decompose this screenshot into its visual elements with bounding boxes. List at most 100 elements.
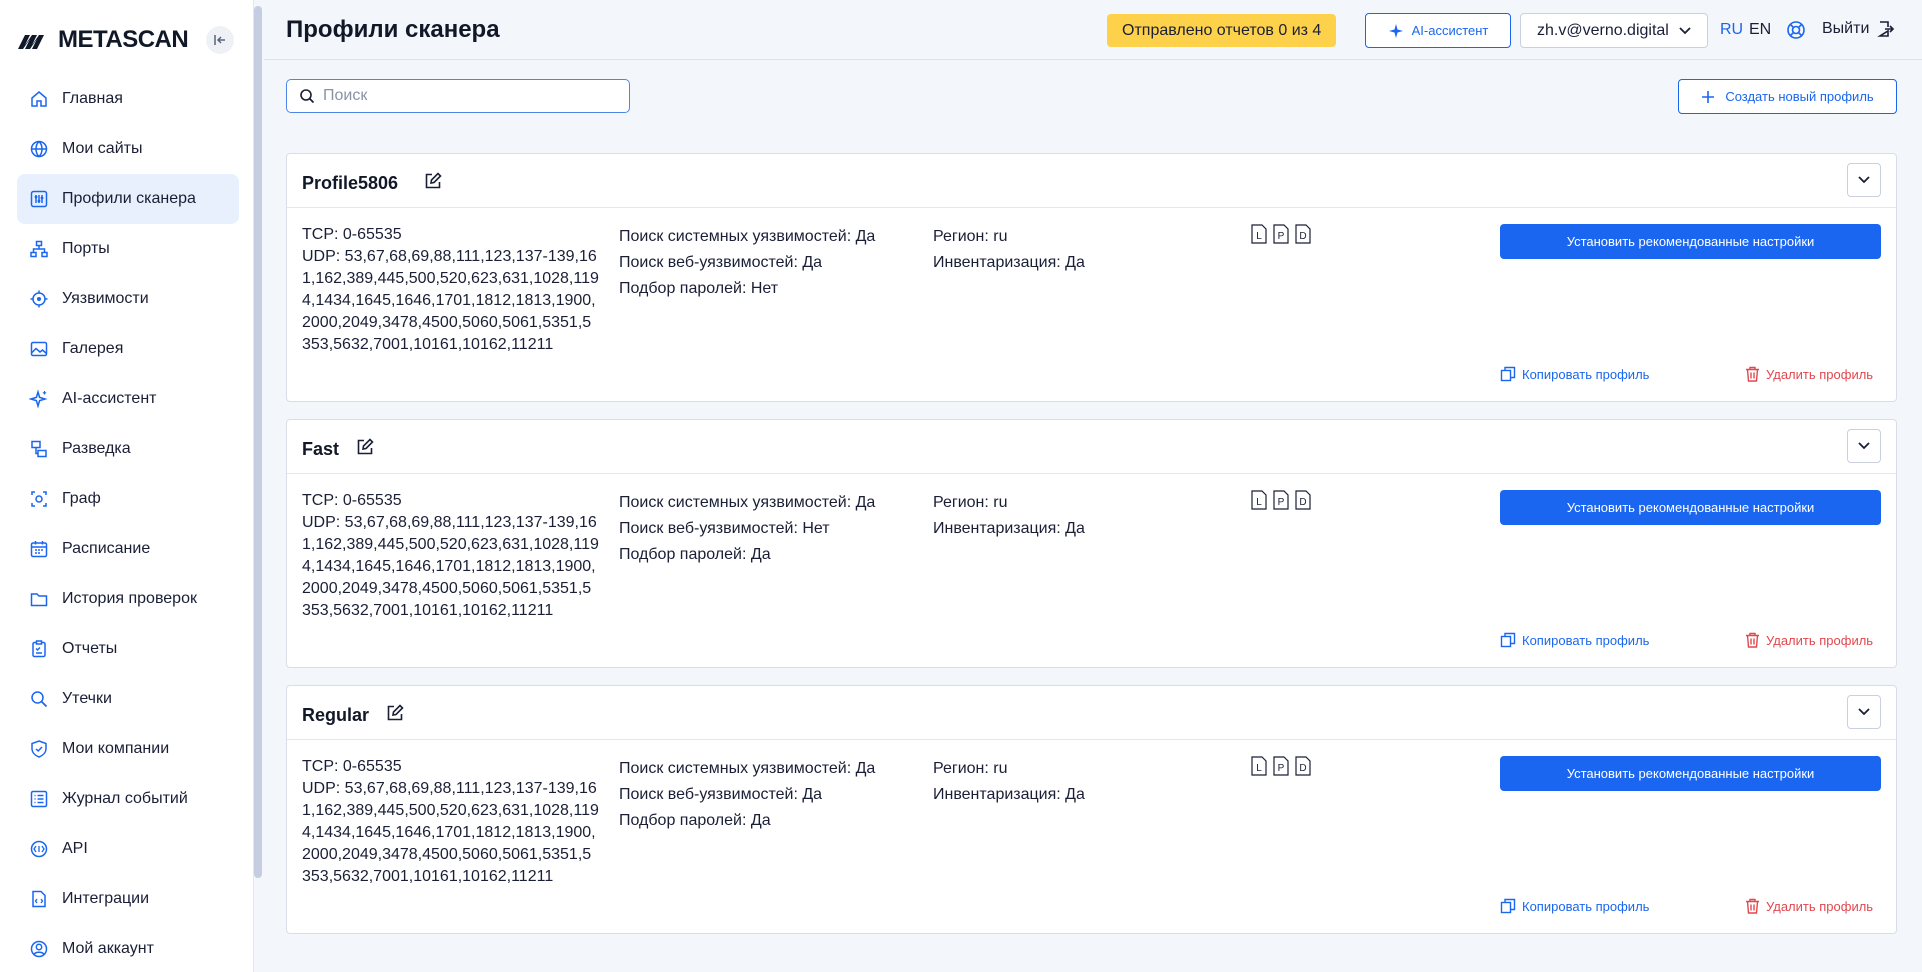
profile-scan-options: Поиск системных уязвимостей: Да Поиск ве…	[619, 756, 919, 834]
sidebar-item-graph[interactable]: Граф	[17, 474, 239, 524]
plus-icon	[1702, 90, 1715, 103]
logout-button[interactable]: Выйти	[1822, 20, 1895, 38]
sidebar-item-scan-history[interactable]: История проверок	[17, 574, 239, 624]
copy-profile-button[interactable]: Копировать профиль	[1500, 632, 1649, 648]
copy-profile-button[interactable]: Копировать профиль	[1500, 898, 1649, 914]
sidebar-item-label: Интеграции	[62, 890, 150, 907]
globe-icon	[30, 140, 48, 158]
profile-region-options: Регион: ru Инвентаризация: Да	[933, 490, 1213, 542]
copy-icon	[1500, 898, 1516, 914]
ai-assistant-button[interactable]: AI-ассистент	[1365, 13, 1511, 48]
edit-icon[interactable]	[423, 171, 443, 191]
sidebar-nav: Главная Мои сайты Профили сканера Порты …	[17, 74, 239, 972]
sidebar-item-vulnerabilities[interactable]: Уязвимости	[17, 274, 239, 324]
password-bruteforce: Подбор паролей: Да	[619, 546, 771, 563]
tcp-ports: TCP: 0-65535	[302, 226, 402, 243]
sidebar-item-home[interactable]: Главная	[17, 74, 239, 124]
sidebar-item-label: Отчеты	[62, 640, 118, 657]
sidebar-item-label: Профили сканера	[62, 190, 196, 207]
ai-assistant-label: AI-ассистент	[1411, 23, 1489, 38]
sidebar-item-scanner-profiles[interactable]: Профили сканера	[17, 174, 239, 224]
sidebar-item-reports[interactable]: Отчеты	[17, 624, 239, 674]
copy-icon	[1500, 366, 1516, 382]
profile-card: Fast TCP: 0-65535 UDP: 53,67,68,69,88,11…	[286, 419, 1897, 668]
sidebar-item-schedule[interactable]: Расписание	[17, 524, 239, 574]
sidebar-item-event-log[interactable]: Журнал событий	[17, 774, 239, 824]
sidebar-item-api[interactable]: API	[17, 824, 239, 874]
profile-card-header: Regular	[287, 686, 1896, 740]
sidebar-item-label: Мой аккаунт	[62, 940, 154, 957]
file-p-icon: P	[1273, 490, 1289, 510]
file-letter: P	[1278, 763, 1285, 774]
sidebar-item-my-account[interactable]: Мой аккаунт	[17, 924, 239, 972]
profile-name: Fast	[302, 439, 340, 459]
sparkle-icon	[1388, 23, 1403, 38]
system-vuln-search: Поиск системных уязвимостей: Да	[619, 760, 876, 777]
brand-name: METASCAN	[58, 26, 189, 53]
sidebar-item-label: API	[62, 840, 88, 857]
code-file-icon	[32, 890, 46, 908]
file-l-icon: L	[1251, 756, 1267, 776]
profile-card-header: Profile5806	[287, 154, 1896, 208]
sidebar-item-integrations[interactable]: Интеграции	[17, 874, 239, 924]
delete-profile-button[interactable]: Удалить профиль	[1745, 632, 1873, 648]
system-vuln-search: Поиск системных уязвимостей: Да	[619, 228, 876, 245]
system-vuln-search: Поиск системных уязвимостей: Да	[619, 494, 876, 511]
sidebar-scrollbar[interactable]	[254, 6, 262, 878]
sidebar-item-label: Расписание	[62, 540, 151, 557]
sidebar-item-label: Уязвимости	[62, 290, 149, 307]
create-profile-button[interactable]: Создать новый профиль	[1678, 79, 1897, 114]
sidebar-item-label: Порты	[62, 240, 110, 257]
search-box[interactable]	[286, 79, 630, 113]
sidebar-item-ports[interactable]: Порты	[17, 224, 239, 274]
apply-recommended-button[interactable]: Установить рекомендованные настройки	[1500, 490, 1881, 525]
inventory: Инвентаризация: Да	[933, 254, 1085, 271]
copy-profile-button[interactable]: Копировать профиль	[1500, 366, 1649, 382]
apply-recommended-button[interactable]: Установить рекомендованные настройки	[1500, 756, 1881, 791]
file-letter: P	[1278, 231, 1285, 242]
user-account-select[interactable]: zh.v@verno.digital	[1520, 13, 1708, 48]
metascan-logo-icon	[18, 35, 44, 49]
language-ru[interactable]: RU	[1720, 21, 1743, 39]
password-bruteforce: Подбор паролей: Да	[619, 812, 771, 829]
page-header: Профили сканера Отправлено отчетов 0 из …	[264, 0, 1922, 60]
profile-region-options: Регион: ru Инвентаризация: Да	[933, 224, 1213, 276]
delete-profile-button[interactable]: Удалить профиль	[1745, 898, 1873, 914]
sidebar-item-label: AI-ассистент	[62, 390, 157, 407]
inventory: Инвентаризация: Да	[933, 786, 1085, 803]
profile-card: Regular TCP: 0-65535 UDP: 53,67,68,69,88…	[286, 685, 1897, 934]
profile-ports: TCP: 0-65535 UDP: 53,67,68,69,88,111,123…	[302, 756, 600, 888]
logo[interactable]: METASCAN	[18, 24, 234, 56]
target-icon	[30, 290, 48, 308]
web-vuln-search: Поиск веб-уязвимостей: Нет	[619, 520, 830, 537]
apply-recommended-button[interactable]: Установить рекомендованные настройки	[1500, 224, 1881, 259]
user-icon	[30, 940, 48, 958]
network-icon	[30, 240, 48, 258]
expand-profile-button[interactable]	[1847, 163, 1881, 197]
language-en[interactable]: EN	[1749, 21, 1771, 39]
support-lifebuoy-icon[interactable]	[1786, 20, 1806, 40]
logout-icon	[1877, 21, 1895, 37]
edit-icon[interactable]	[385, 703, 405, 723]
collapse-sidebar-button[interactable]	[206, 26, 234, 54]
sidebar-item-gallery[interactable]: Галерея	[17, 324, 239, 374]
sidebar-item-ai-assistant[interactable]: AI-ассистент	[17, 374, 239, 424]
collapse-icon	[214, 35, 225, 45]
profile-name: Regular	[302, 705, 370, 725]
search-input[interactable]	[323, 87, 623, 105]
file-letter: D	[1299, 497, 1306, 508]
edit-icon[interactable]	[355, 437, 375, 457]
sidebar-item-label: Утечки	[62, 690, 112, 707]
expand-profile-button[interactable]	[1847, 695, 1881, 729]
page-title: Профили сканера	[286, 16, 500, 43]
expand-profile-button[interactable]	[1847, 429, 1881, 463]
clipboard-icon	[32, 640, 46, 658]
sidebar-item-leaks[interactable]: Утечки	[17, 674, 239, 724]
file-d-icon: D	[1295, 756, 1311, 776]
sidebar-item-my-companies[interactable]: Мои компании	[17, 724, 239, 774]
sidebar-item-my-sites[interactable]: Мои сайты	[17, 124, 239, 174]
sidebar-item-label: Журнал событий	[62, 790, 188, 807]
delete-profile-button[interactable]: Удалить профиль	[1745, 366, 1873, 382]
sidebar-item-recon[interactable]: Разведка	[17, 424, 239, 474]
image-icon	[30, 341, 48, 357]
